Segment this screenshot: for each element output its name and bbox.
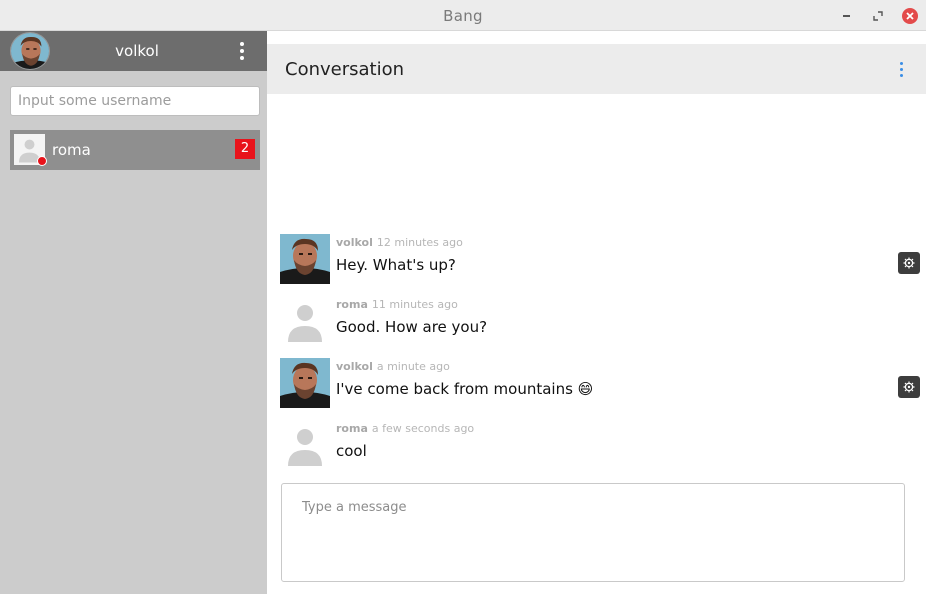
message-time: a few seconds ago bbox=[371, 422, 475, 435]
maximize-icon bbox=[873, 11, 883, 21]
message-item: roma a few seconds ago cool bbox=[280, 420, 910, 472]
message-text: I've come back from mountains 😄 bbox=[336, 380, 594, 398]
message-item: volkol a minute ago I've come back from m… bbox=[280, 358, 920, 410]
kebab-dot-icon bbox=[240, 42, 244, 46]
message-item: roma 11 minutes ago Good. How are you? bbox=[280, 296, 910, 348]
message-text: Good. How are you? bbox=[336, 318, 488, 336]
close-button[interactable] bbox=[902, 8, 918, 24]
kebab-dot-icon bbox=[240, 49, 244, 53]
minimize-button[interactable] bbox=[838, 8, 854, 24]
window-title: Bang bbox=[443, 7, 483, 25]
gear-icon bbox=[903, 381, 915, 393]
kebab-dot-icon bbox=[899, 73, 903, 77]
kebab-dot-icon bbox=[899, 61, 903, 65]
unread-count-badge: 2 bbox=[235, 139, 255, 159]
message-author-avatar bbox=[280, 296, 330, 346]
message-text: cool bbox=[336, 442, 367, 460]
message-author: roma bbox=[336, 298, 368, 311]
user-menu-button[interactable] bbox=[235, 41, 249, 61]
current-user-avatar[interactable] bbox=[10, 32, 50, 70]
message-meta: roma a few seconds ago bbox=[336, 422, 474, 435]
message-author: volkol bbox=[336, 236, 373, 249]
sidebar: volkol roma 2 bbox=[0, 31, 267, 594]
close-icon bbox=[906, 12, 914, 20]
message-meta: roma 11 minutes ago bbox=[336, 298, 458, 311]
conversation-menu-button[interactable] bbox=[894, 59, 908, 79]
kebab-dot-icon bbox=[899, 67, 903, 71]
message-text: Hey. What's up? bbox=[336, 256, 456, 274]
current-user-bar: volkol bbox=[0, 31, 267, 71]
kebab-dot-icon bbox=[240, 56, 244, 60]
offline-status-indicator bbox=[37, 156, 47, 166]
conversation-title: Conversation bbox=[285, 59, 405, 80]
minimize-icon bbox=[842, 15, 850, 17]
title-bar: Bang bbox=[0, 0, 926, 31]
message-time: 12 minutes ago bbox=[376, 236, 463, 249]
conversation-panel: Conversation volkol 12 minutes ago Hey. W… bbox=[267, 31, 926, 594]
conversation-header: Conversation bbox=[267, 44, 926, 94]
message-author-avatar bbox=[280, 234, 330, 284]
gear-icon bbox=[903, 257, 915, 269]
message-author-avatar bbox=[280, 420, 330, 470]
message-settings-button[interactable] bbox=[898, 376, 920, 398]
app-window: Bang volkol Input some username roma 2 C… bbox=[0, 0, 926, 594]
message-settings-button[interactable] bbox=[898, 252, 920, 274]
message-time: 11 minutes ago bbox=[371, 298, 458, 311]
message-author: roma bbox=[336, 422, 368, 435]
message-meta: volkol a minute ago bbox=[336, 360, 450, 373]
message-author: volkol bbox=[336, 360, 373, 373]
contact-name: roma bbox=[52, 141, 91, 159]
message-author-avatar bbox=[280, 358, 330, 408]
contact-item-roma[interactable]: roma 2 bbox=[10, 130, 260, 170]
message-meta: volkol 12 minutes ago bbox=[336, 236, 463, 249]
current-user-name: volkol bbox=[115, 42, 159, 60]
message-input[interactable] bbox=[281, 483, 905, 582]
maximize-button[interactable] bbox=[870, 8, 886, 24]
message-time: a minute ago bbox=[376, 360, 450, 373]
username-search-input[interactable] bbox=[10, 86, 260, 116]
message-item: volkol 12 minutes ago Hey. What's up? bbox=[280, 234, 920, 286]
